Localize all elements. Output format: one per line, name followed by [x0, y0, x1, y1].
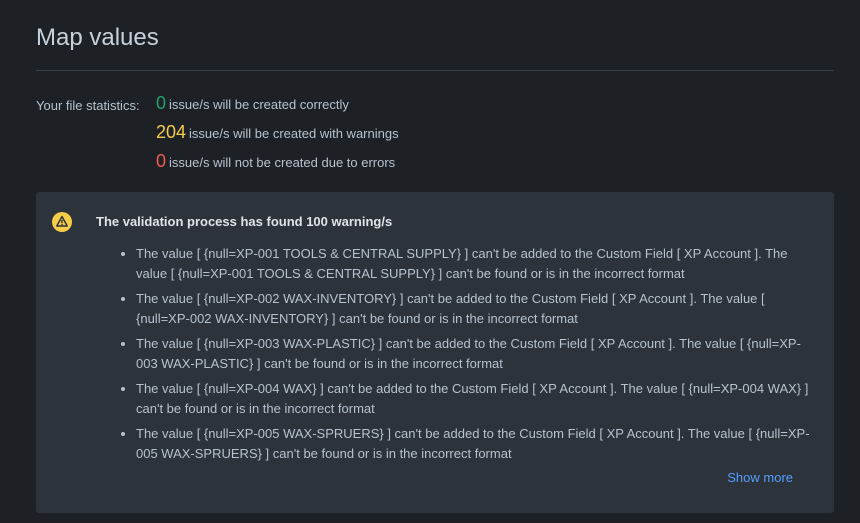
stat-count-correct: 0	[156, 93, 167, 113]
validation-warning-panel: The validation process has found 100 war…	[36, 192, 834, 513]
stat-created-correctly: 0 issue/s will be created correctly	[156, 93, 399, 122]
stat-count-warnings: 204	[156, 122, 187, 142]
warning-icon	[52, 212, 72, 232]
warning-item: The value [ {null=XP-003 WAX-PLASTIC} ] …	[136, 334, 816, 374]
warning-item: The value [ {null=XP-002 WAX-INVENTORY} …	[136, 289, 816, 329]
warning-list: The value [ {null=XP-001 TOOLS & CENTRAL…	[116, 244, 816, 469]
file-statistics: Your file statistics: 0 issue/s will be …	[36, 93, 834, 180]
warning-item: The value [ {null=XP-004 WAX} ] can't be…	[136, 379, 816, 419]
title-divider	[36, 70, 834, 71]
statistics-label: Your file statistics:	[36, 98, 140, 113]
stat-text-correct: issue/s will be created correctly	[169, 97, 349, 112]
stat-created-with-warnings: 204 issue/s will be created with warning…	[156, 122, 399, 151]
stat-text-warnings: issue/s will be created with warnings	[189, 126, 399, 141]
warning-item: The value [ {null=XP-005 WAX-SPRUERS} ] …	[136, 424, 816, 464]
show-more-link[interactable]: Show more	[727, 470, 793, 485]
stat-not-created-errors: 0 issue/s will not be created due to err…	[156, 151, 399, 180]
stat-text-errors: issue/s will not be created due to error…	[169, 155, 396, 170]
stat-count-errors: 0	[156, 151, 167, 171]
statistics-lines: 0 issue/s will be created correctly 204 …	[156, 93, 399, 180]
warning-title: The validation process has found 100 war…	[96, 214, 393, 229]
warning-item: The value [ {null=XP-001 TOOLS & CENTRAL…	[136, 244, 816, 284]
page-title: Map values	[36, 24, 159, 51]
